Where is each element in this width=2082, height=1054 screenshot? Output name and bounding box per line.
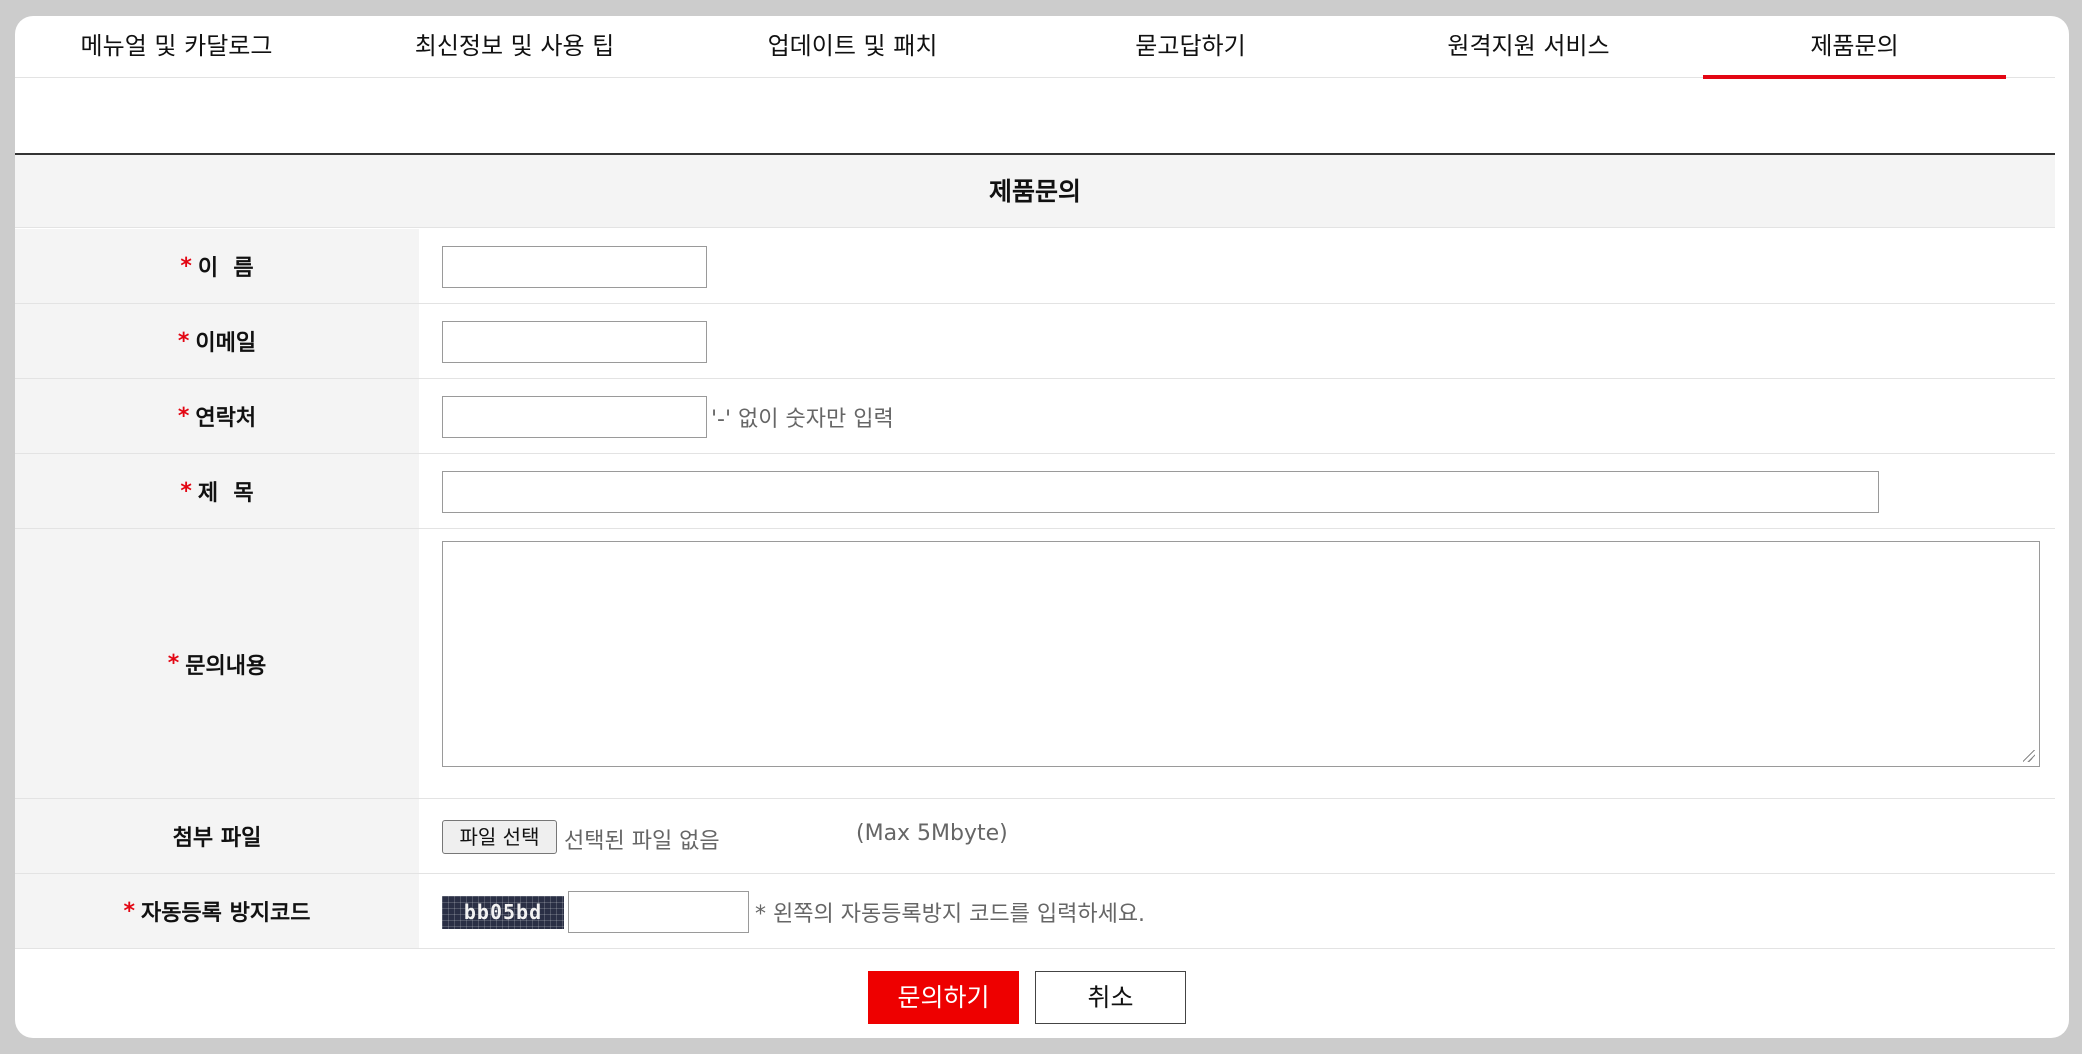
required-mark: * bbox=[167, 651, 180, 676]
name-label: * 이 름 bbox=[15, 229, 419, 303]
form-row-attachment: 첨부 파일 파일 선택 선택된 파일 없음 (Max 5Mbyte) bbox=[15, 799, 2055, 874]
product-inquiry-panel: 메뉴얼 및 카달로그 최신정보 및 사용 팁 업데이트 및 패치 묻고답하기 원… bbox=[15, 16, 2069, 1038]
phone-label-text: 연락처 bbox=[195, 406, 257, 431]
email-input[interactable] bbox=[442, 321, 707, 363]
captcha-label-text: 자동등록 방지코드 bbox=[140, 901, 311, 926]
form-row-subject: * 제 목 bbox=[15, 454, 2055, 529]
phone-hint: '-' 없이 숫자만 입력 bbox=[711, 407, 894, 432]
captcha-input[interactable] bbox=[568, 891, 749, 933]
required-mark: * bbox=[123, 898, 135, 924]
submit-inquiry-button[interactable]: 문의하기 bbox=[868, 971, 1019, 1024]
required-mark: * bbox=[177, 403, 190, 429]
tab-product-inquiry[interactable]: 제품문의 bbox=[1703, 16, 2006, 79]
cancel-button[interactable]: 취소 bbox=[1035, 971, 1186, 1024]
name-label-text: 이 름 bbox=[197, 256, 254, 281]
form-row-email: * 이메일 bbox=[15, 304, 2055, 379]
tab-bar: 메뉴얼 및 카달로그 최신정보 및 사용 팁 업데이트 및 패치 묻고답하기 원… bbox=[15, 16, 2055, 79]
captcha-hint: * 왼쪽의 자동등록방지 코드를 입력하세요. bbox=[755, 902, 1146, 927]
attachment-label: 첨부 파일 bbox=[15, 799, 419, 873]
tab-news-tips[interactable]: 최신정보 및 사용 팁 bbox=[363, 16, 666, 78]
required-mark: * bbox=[177, 328, 190, 354]
tab-qna[interactable]: 묻고답하기 bbox=[1039, 16, 1342, 78]
email-label: * 이메일 bbox=[15, 304, 419, 378]
attachment-label-text: 첨부 파일 bbox=[172, 826, 262, 851]
form-row-captcha: * 자동등록 방지코드 bb05bd * 왼쪽의 자동등록방지 코드를 입력하세… bbox=[15, 874, 2055, 949]
phone-label: * 연락처 bbox=[15, 379, 419, 453]
content-textarea[interactable] bbox=[442, 541, 2040, 767]
file-size-limit: (Max 5Mbyte) bbox=[856, 821, 1008, 846]
form-title: 제품문의 bbox=[15, 155, 2055, 228]
captcha-label: * 자동등록 방지코드 bbox=[15, 874, 419, 948]
captcha-image: bb05bd bbox=[442, 896, 564, 929]
subject-input[interactable] bbox=[442, 471, 1879, 513]
form-row-name: * 이 름 bbox=[15, 229, 2055, 304]
name-input[interactable] bbox=[442, 246, 707, 288]
form-row-content: * 문의내용 bbox=[15, 529, 2055, 799]
resize-handle[interactable] bbox=[2023, 750, 2035, 762]
tab-remote-support[interactable]: 원격지원 서비스 bbox=[1377, 16, 1680, 78]
tab-updates-patches[interactable]: 업데이트 및 패치 bbox=[701, 16, 1004, 78]
required-mark: * bbox=[180, 478, 192, 504]
form-row-phone: * 연락처 '-' 없이 숫자만 입력 bbox=[15, 379, 2055, 454]
choose-file-button[interactable]: 파일 선택 bbox=[442, 820, 557, 854]
email-label-text: 이메일 bbox=[195, 331, 257, 356]
file-status: 선택된 파일 없음 bbox=[564, 829, 720, 854]
required-mark: * bbox=[180, 253, 192, 279]
content-label-text: 문의내용 bbox=[185, 653, 267, 679]
tab-manual-catalog[interactable]: 메뉴얼 및 카달로그 bbox=[25, 16, 328, 78]
subject-label: * 제 목 bbox=[15, 454, 419, 528]
content-label: * 문의내용 bbox=[15, 529, 419, 798]
phone-input[interactable] bbox=[442, 396, 707, 438]
subject-label-text: 제 목 bbox=[197, 481, 254, 506]
